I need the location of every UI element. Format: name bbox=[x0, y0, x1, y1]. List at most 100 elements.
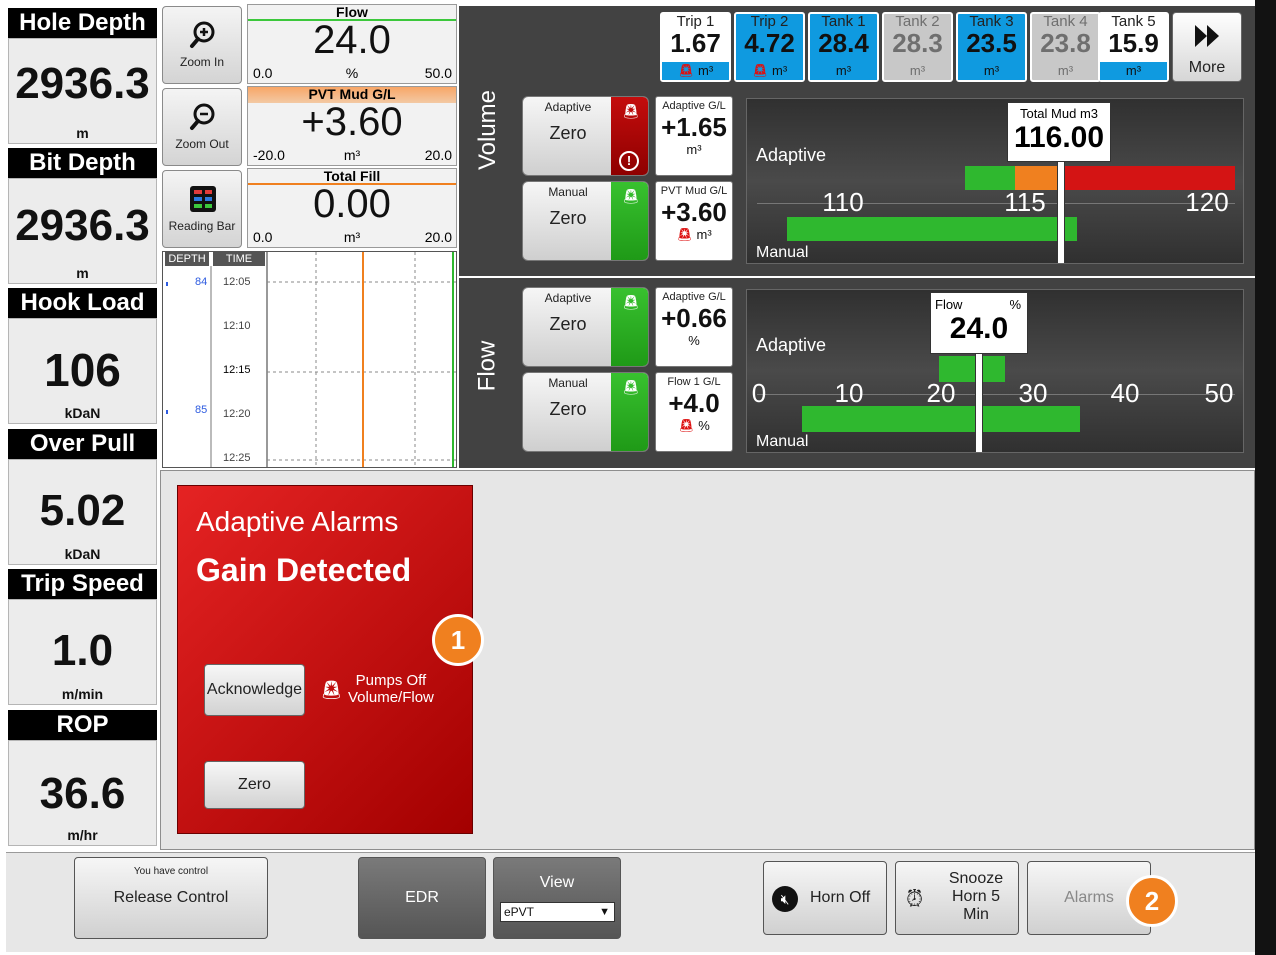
flow1-gl: Flow 1 G/L +4.0 🚨︎ % bbox=[655, 372, 733, 452]
zero-btn-label: Zero bbox=[549, 208, 587, 228]
total-mud-readout: Total Mud m3 116.00 bbox=[1007, 102, 1111, 162]
ok-side: 🚨︎ bbox=[611, 182, 648, 260]
time-label: 12:10 bbox=[223, 320, 251, 332]
tank-1[interactable]: Tank 1 28.4 m³ bbox=[808, 12, 879, 82]
tank-unit-text: m³ bbox=[771, 63, 788, 78]
scale-adaptive-label: Adaptive bbox=[756, 145, 827, 165]
readout-value: 24.0 bbox=[949, 312, 1009, 345]
readout-unit: % bbox=[1009, 297, 1021, 312]
metric-bit-depth: 2936.3 m bbox=[8, 178, 157, 284]
view-label: View bbox=[539, 874, 575, 891]
tank-trip-1[interactable]: Trip 1 1.67 🚨︎ m³ bbox=[660, 12, 731, 82]
tank-5[interactable]: Tank 5 15.9 m³ bbox=[1098, 12, 1169, 82]
pvt-mud-gl-volume: PVT Mud G/L +3.60 🚨︎ m³ bbox=[655, 181, 733, 261]
zoom-out-button[interactable]: Zoom Out bbox=[162, 88, 242, 166]
tick-label: 20 bbox=[926, 378, 956, 408]
flow-gauge: Flow 24.0 0.0 % 50.0 bbox=[247, 4, 457, 84]
tank-value: 23.8 bbox=[1040, 28, 1091, 58]
adaptive-gl-volume: Adaptive G/L +1.65 m³ bbox=[655, 96, 733, 176]
alarm-side: 🚨︎ ! bbox=[611, 97, 648, 175]
volume-title: Volume bbox=[474, 89, 502, 171]
zero-btn-title: Manual bbox=[548, 376, 588, 390]
metric-unit: m/min bbox=[61, 686, 104, 702]
chevron-down-icon: ▼ bbox=[599, 906, 610, 918]
metric-unit: m bbox=[76, 125, 89, 141]
callout-badge-1: 1 bbox=[432, 614, 484, 666]
reading-bar-button[interactable]: Reading Bar bbox=[162, 170, 242, 248]
flow-manual-zero-button[interactable]: Manual Zero 🚨︎ bbox=[522, 372, 649, 452]
zero-btn-title: Adaptive bbox=[544, 291, 592, 305]
gl-unit: 🚨︎ % bbox=[656, 418, 732, 434]
acknowledge-button[interactable]: Acknowledge bbox=[204, 664, 305, 716]
tank-value: 15.9 bbox=[1108, 28, 1159, 58]
view-select[interactable]: ePVT ▼ bbox=[500, 902, 615, 922]
alarm-status-line: Volume/Flow bbox=[348, 689, 434, 706]
trend-chart[interactable]: DEPTH TIME 84 85 12:05 12:10 12:15 12:20… bbox=[162, 251, 457, 468]
flow-adaptive-zero-button[interactable]: Adaptive Zero 🚨︎ bbox=[522, 287, 649, 367]
metric-over-pull: 5.02 kDaN bbox=[8, 459, 157, 565]
zoom-in-label: Zoom In bbox=[179, 55, 224, 69]
ok-side: 🚨︎ bbox=[611, 373, 648, 451]
tank-unit: 🚨︎ m³ bbox=[736, 62, 803, 80]
gl-unit-text: % bbox=[698, 418, 710, 433]
tick-label: 0 bbox=[751, 378, 767, 408]
metric-rop: 36.6 m/hr bbox=[8, 740, 157, 846]
tank-2[interactable]: Tank 2 28.3 m³ bbox=[882, 12, 953, 82]
metric-value: 2936.3 bbox=[15, 59, 150, 108]
tank-3[interactable]: Tank 3 23.5 m³ bbox=[956, 12, 1027, 82]
mute-icon: 🔇︎ bbox=[772, 886, 798, 912]
scale-manual-label: Manual bbox=[756, 433, 809, 450]
siren-icon: 🚨︎ bbox=[751, 63, 769, 78]
more-button[interactable]: More bbox=[1172, 12, 1242, 82]
metric-title-rop: ROP bbox=[8, 710, 157, 740]
metric-trip-speed: 1.0 m/min bbox=[8, 599, 157, 705]
gauge-value: +3.60 bbox=[301, 100, 403, 144]
alarm-subtitle: Gain Detected bbox=[196, 552, 412, 588]
tank-value: 23.5 bbox=[966, 28, 1017, 58]
volume-manual-zero-button[interactable]: Manual Zero 🚨︎ bbox=[522, 181, 649, 261]
tank-unit: m³ bbox=[909, 63, 926, 78]
siren-icon: 🚨︎ bbox=[622, 103, 640, 119]
scale-manual-label: Manual bbox=[756, 244, 809, 261]
zoom-in-button[interactable]: Zoom In bbox=[162, 6, 242, 84]
tank-value: 28.4 bbox=[818, 28, 869, 58]
horn-off-button[interactable]: 🔇︎ Horn Off bbox=[763, 861, 887, 935]
app-root: Hole Depth 2936.3 m Bit Depth 2936.3 m H… bbox=[0, 0, 1276, 955]
tick-label: 30 bbox=[1018, 378, 1048, 408]
siren-icon: 🚨︎ bbox=[622, 379, 640, 395]
alarm-clock-icon: ⏰︎ bbox=[906, 886, 924, 911]
tank-4[interactable]: Tank 4 23.8 m³ bbox=[1030, 12, 1101, 82]
gauge-max: 50.0 bbox=[424, 65, 452, 81]
gl-value: +4.0 bbox=[668, 388, 720, 418]
metric-title-bit-depth: Bit Depth bbox=[8, 148, 157, 178]
readout-title-text: Flow bbox=[935, 297, 963, 312]
release-control-button[interactable]: You have control Release Control bbox=[74, 857, 268, 939]
horn-off-label: Horn Off bbox=[810, 889, 871, 906]
volume-adaptive-zero-button[interactable]: Adaptive Zero 🚨︎ ! bbox=[522, 96, 649, 176]
time-label: 12:20 bbox=[223, 408, 251, 420]
total-fill-gauge: Total Fill 0.00 0.0 m³ 20.0 bbox=[247, 168, 457, 248]
zoom-in-icon bbox=[190, 21, 215, 48]
metric-unit: m/hr bbox=[67, 827, 98, 843]
zoom-out-label: Zoom Out bbox=[175, 137, 229, 151]
alarm-status: Pumps Off Volume/Flow bbox=[348, 672, 434, 706]
snooze-horn-button[interactable]: ⏰︎ Snooze Horn 5 Min bbox=[895, 861, 1019, 935]
view-selector[interactable]: View ePVT ▼ bbox=[493, 857, 621, 939]
zero-btn-label: Zero bbox=[549, 123, 587, 143]
readout-unit: m3 bbox=[1079, 106, 1099, 121]
tank-trip-2[interactable]: Trip 2 4.72 🚨︎ m³ bbox=[734, 12, 805, 82]
gl-title: Flow 1 G/L bbox=[667, 376, 721, 388]
time-label: 12:15 bbox=[223, 364, 251, 376]
edr-button[interactable]: EDR bbox=[358, 857, 486, 939]
tank-unit: m³ bbox=[1057, 63, 1074, 78]
gauge-value: 0.00 bbox=[313, 182, 391, 226]
tank-value: 1.67 bbox=[670, 28, 721, 58]
zero-btn-title: Manual bbox=[548, 185, 588, 199]
alarm-zero-button[interactable]: Zero bbox=[204, 761, 305, 809]
gl-value: +1.65 bbox=[661, 112, 727, 142]
siren-icon: 🚨︎ bbox=[622, 188, 640, 204]
metric-title-trip-speed: Trip Speed bbox=[8, 569, 157, 599]
volume-scale[interactable]: Adaptive Manual 110 115 120 bbox=[746, 98, 1244, 264]
metric-title-hook-load: Hook Load bbox=[8, 288, 157, 318]
zoom-out-icon bbox=[190, 103, 215, 130]
